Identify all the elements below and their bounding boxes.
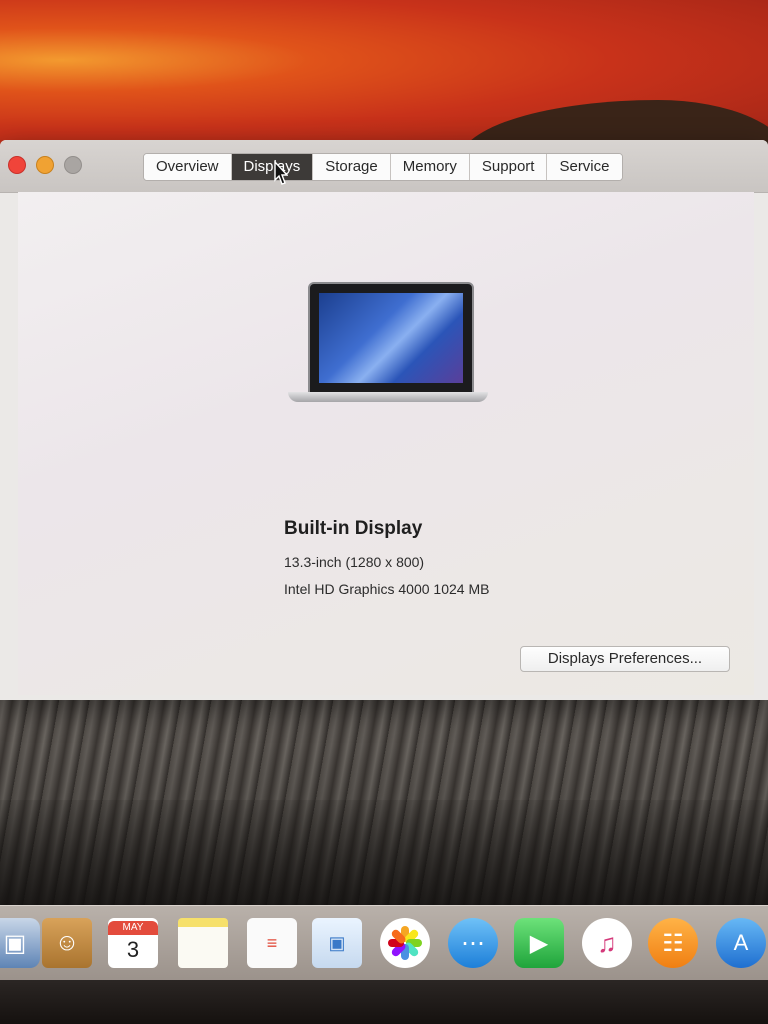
contacts-icon[interactable]: ☺ bbox=[42, 918, 92, 968]
tab-overview[interactable]: Overview bbox=[144, 154, 232, 180]
preview-icon[interactable]: ▣ bbox=[0, 918, 40, 968]
tab-service[interactable]: Service bbox=[547, 154, 622, 180]
reminders-icon[interactable]: ≡ bbox=[247, 918, 297, 968]
macbook-display-icon bbox=[288, 282, 488, 412]
calendar-month: MAY bbox=[108, 921, 158, 935]
laptop-lid bbox=[308, 282, 474, 396]
minimize-window-button[interactable] bbox=[36, 156, 54, 174]
app-store-icon[interactable]: A bbox=[716, 918, 766, 968]
laptop-keyboard-edge bbox=[0, 980, 768, 1024]
laptop-screen bbox=[319, 293, 463, 383]
messages-icon[interactable]: ⋯ bbox=[448, 918, 498, 968]
itunes-icon[interactable]: ♫ bbox=[582, 918, 632, 968]
window-titlebar[interactable]: Overview Displays Storage Memory Support… bbox=[0, 140, 768, 193]
tab-displays[interactable]: Displays bbox=[231, 154, 314, 180]
display-title: Built-in Display bbox=[284, 518, 423, 539]
tab-storage[interactable]: Storage bbox=[313, 154, 391, 180]
about-this-mac-window: Overview Displays Storage Memory Support… bbox=[0, 140, 768, 700]
calendar-icon[interactable]: MAY 3 bbox=[108, 918, 158, 968]
tab-support[interactable]: Support bbox=[469, 154, 548, 180]
ibooks-icon[interactable]: ☷ bbox=[648, 918, 698, 968]
photos-icon[interactable] bbox=[380, 918, 430, 968]
close-window-button[interactable] bbox=[8, 156, 26, 174]
displays-panel: Built-in Display 13.3-inch (1280 x 800) … bbox=[18, 192, 754, 695]
tab-memory[interactable]: Memory bbox=[390, 154, 470, 180]
wallpaper-ridge bbox=[0, 800, 768, 920]
tab-bar: Overview Displays Storage Memory Support… bbox=[143, 153, 623, 181]
laptop-base bbox=[288, 392, 488, 402]
mouse-pointer-icon bbox=[274, 161, 288, 185]
zoom-window-button bbox=[64, 156, 82, 174]
dock: ▣ ☺ MAY 3 ≡ ▣ ⋯ ▶ ♫ ☷ A bbox=[0, 905, 768, 981]
photos-flower bbox=[386, 924, 424, 962]
photo-booth-icon[interactable]: ▣ bbox=[312, 918, 362, 968]
calendar-day: 3 bbox=[126, 937, 140, 962]
notes-icon[interactable] bbox=[178, 918, 228, 968]
display-size-resolution: 13.3-inch (1280 x 800) bbox=[284, 554, 425, 570]
display-graphics: Intel HD Graphics 4000 1024 MB bbox=[284, 581, 490, 597]
displays-preferences-button[interactable]: Displays Preferences... bbox=[520, 646, 730, 672]
facetime-icon[interactable]: ▶ bbox=[514, 918, 564, 968]
desktop-wallpaper-rock bbox=[0, 690, 768, 920]
